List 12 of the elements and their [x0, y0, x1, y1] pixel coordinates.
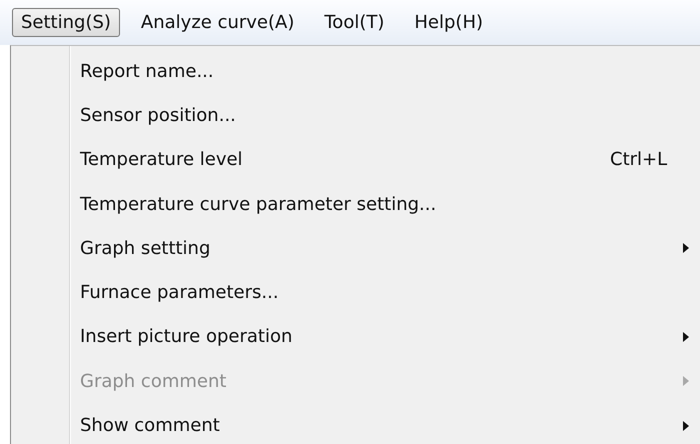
- menu-item[interactable]: Show comment: [70, 403, 700, 444]
- menu-item[interactable]: Furnace parameters...: [70, 270, 700, 315]
- menu-item[interactable]: Temperature curve parameter setting...: [70, 182, 700, 226]
- menu-item[interactable]: Report name...: [70, 49, 700, 94]
- menu-bar-item[interactable]: Help(H): [405, 8, 492, 37]
- menu-item[interactable]: Insert picture operation: [70, 314, 700, 360]
- menu-item[interactable]: Temperature level Ctrl+L: [70, 138, 700, 182]
- menu-bar-item[interactable]: Analyze curve(A): [132, 8, 304, 37]
- menu-bar-item[interactable]: Setting(S): [12, 8, 120, 37]
- menu-item[interactable]: Sensor position...: [70, 93, 700, 138]
- menu-bar-item[interactable]: Tool(T): [315, 8, 394, 37]
- menu-item[interactable]: Graph settting: [70, 226, 700, 270]
